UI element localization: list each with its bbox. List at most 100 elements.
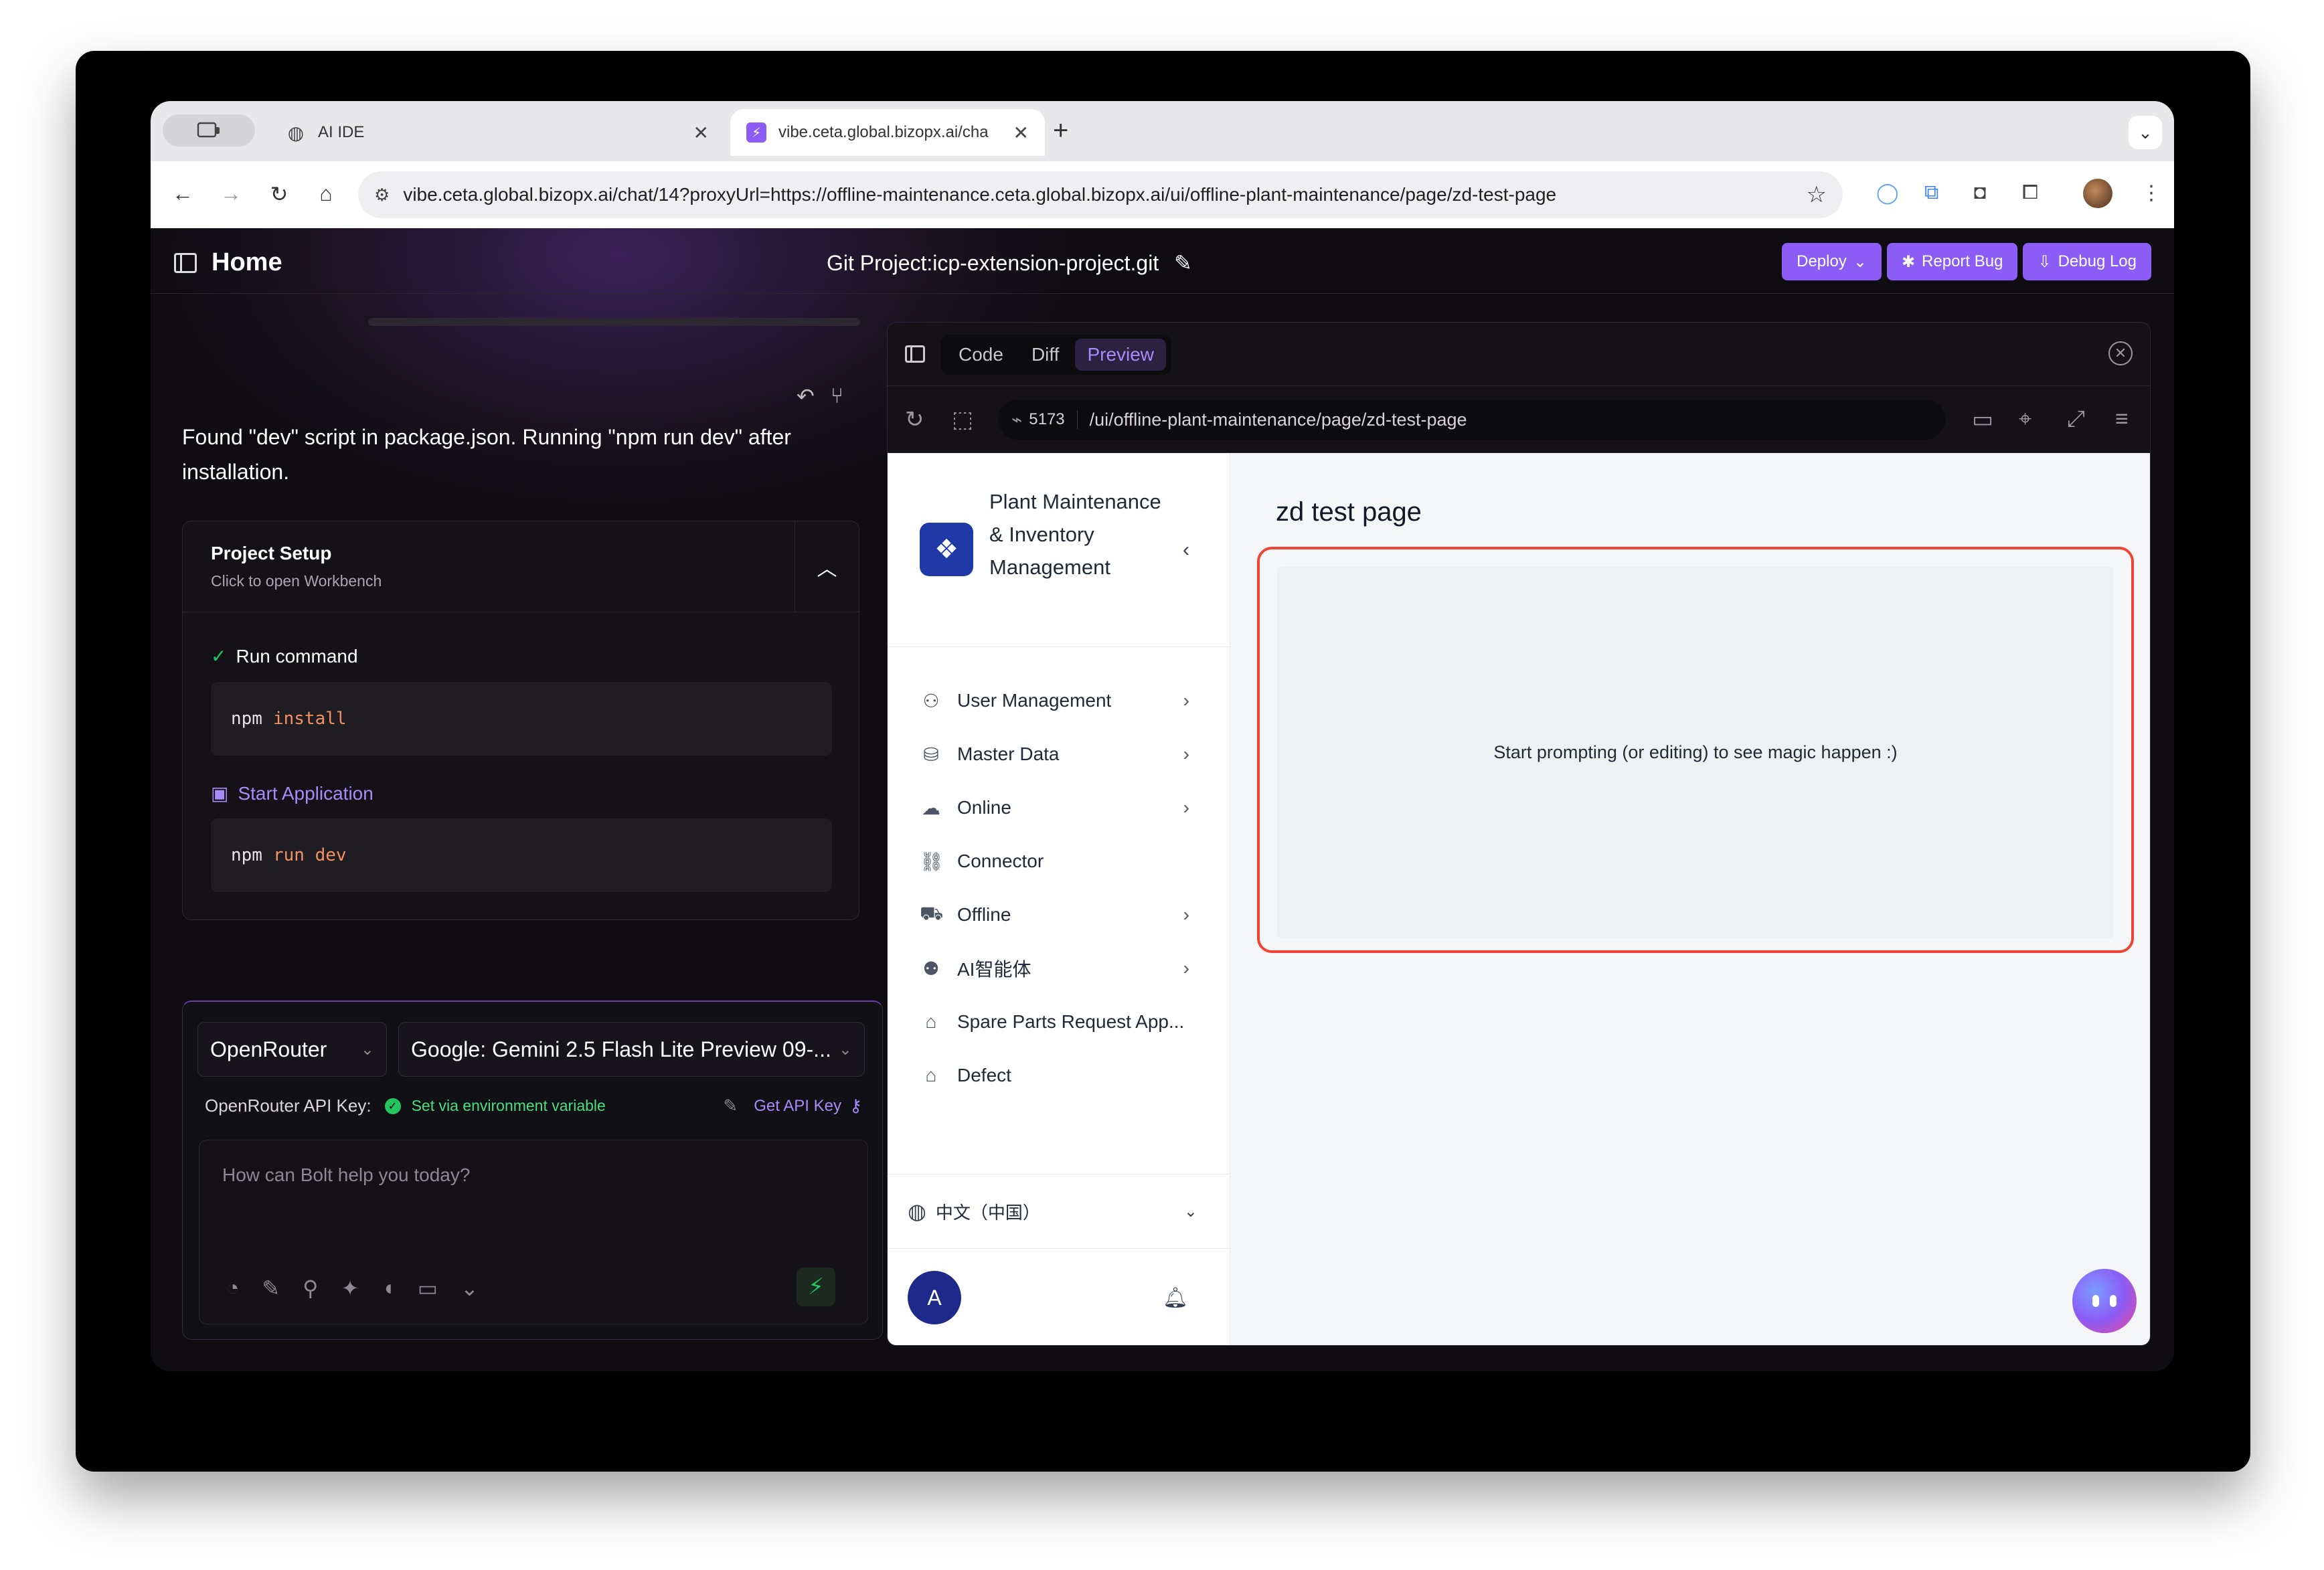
command: npm	[231, 845, 262, 865]
chevron-right-icon: ›	[1183, 958, 1189, 978]
chevron-right-icon: ›	[1183, 797, 1189, 818]
agent-icon: ⚉	[922, 958, 940, 979]
forward-button[interactable]: →	[218, 181, 244, 206]
chevron-right-icon: ›	[1183, 904, 1189, 925]
tab-diff[interactable]: Diff	[1019, 339, 1072, 371]
bookmark-star-icon[interactable]: ☆	[1807, 181, 1827, 208]
message-actions: ↶ ⑂	[797, 383, 843, 409]
sidebar-brand: ❖ Plant Maintenance & Inventory Manageme…	[888, 453, 1230, 647]
device-mode-icon[interactable]: ▭	[1972, 406, 1993, 433]
get-api-key-link[interactable]: Get API Key	[754, 1097, 841, 1116]
model-select[interactable]: Google: Gemini 2.5 Flash Lite Preview 09…	[398, 1022, 865, 1077]
close-tab-icon[interactable]: ✕	[1013, 122, 1029, 144]
edit-key-icon[interactable]: ✎	[723, 1096, 738, 1116]
deploy-button[interactable]: Deploy ⌄	[1782, 243, 1882, 280]
translate-icon[interactable]: ⧉	[1924, 181, 1938, 204]
attach-icon[interactable]: ⚲	[303, 1276, 318, 1301]
sidebar-item-online[interactable]: ☁ Online ›	[888, 781, 1230, 835]
sidebar-item-connector[interactable]: ⛓ Connector	[888, 835, 1230, 888]
assistant-bot-button[interactable]	[2072, 1269, 2137, 1333]
step-run-command: ✓ Run command	[211, 645, 358, 667]
tab-preview[interactable]: Preview	[1075, 339, 1167, 371]
tab-group-icon	[197, 122, 220, 138]
discuss-icon[interactable]: ▭	[418, 1276, 438, 1301]
inspect-cursor-icon[interactable]: ⌖	[2019, 406, 2031, 432]
prompt-placeholder: How can Bolt help you today?	[222, 1164, 471, 1185]
language-value: 中文（中国）	[935, 1202, 1040, 1223]
sidebar-toggle-icon[interactable]	[905, 345, 925, 363]
send-button[interactable]: ⚡	[797, 1268, 835, 1306]
preview-url-input[interactable]: ⌁ 5173 /ui/offline-plant-maintenance/pag…	[998, 400, 1945, 440]
chevron-down-icon: ⌄	[360, 1040, 374, 1059]
sidebar-item-user-management[interactable]: ⚇ User Management ›	[888, 674, 1230, 727]
key-icon: ⚷	[849, 1096, 862, 1116]
extension-circle-icon[interactable]: ◯	[1876, 181, 1899, 205]
page-title: zd test page	[1276, 497, 1422, 527]
sidebar-item-ai-agent[interactable]: ⚉ AI智能体 ›	[888, 942, 1230, 995]
workbench-header: Code Diff Preview ✕	[888, 323, 2150, 386]
provider-select[interactable]: OpenRouter ⌄	[197, 1022, 387, 1077]
bell-icon[interactable]: 🔔︎	[1163, 1286, 1188, 1310]
user-row: A 🔔︎	[888, 1249, 1230, 1345]
figma-icon[interactable]: ✎	[262, 1276, 280, 1301]
sidebar-item-defect[interactable]: ⌂ Defect	[888, 1049, 1230, 1102]
extensions-puzzle-icon[interactable]: ⧠	[2022, 181, 2038, 204]
fullscreen-icon[interactable]: ⤢	[2067, 406, 2085, 432]
tab-code[interactable]: Code	[946, 339, 1015, 371]
chevron-left-icon[interactable]: ‹	[1183, 539, 1189, 561]
pencil-icon[interactable]: ✎	[1174, 251, 1192, 275]
fork-icon[interactable]: ⑂	[831, 383, 843, 409]
assistant-message: Found "dev" script in package.json. Runn…	[182, 425, 791, 484]
collapse-button[interactable]: ︿	[795, 521, 859, 612]
model-value: Google: Gemini 2.5 Flash Lite Preview 09…	[411, 1037, 831, 1061]
close-icon[interactable]: ✕	[2108, 341, 2133, 365]
link-icon: ⛓	[920, 851, 944, 872]
chevron-right-icon: ›	[1183, 690, 1189, 711]
step-start-application: ▣ Start Application	[211, 782, 374, 804]
step-label: Run command	[236, 645, 358, 667]
camera-icon[interactable]: ◘	[1974, 181, 1986, 204]
reload-icon[interactable]: ↻	[905, 406, 924, 433]
tab-search-button[interactable]: ⌄	[2129, 116, 2162, 149]
avatar[interactable]: A	[908, 1271, 961, 1324]
new-tab-button[interactable]: +	[1053, 116, 1068, 146]
highlighted-region: Start prompting (or editing) to see magi…	[1257, 547, 2134, 953]
home-link[interactable]: Home	[174, 248, 282, 277]
sidebar-item-offline[interactable]: ⛟ Offline ›	[888, 888, 1230, 942]
kebab-menu-icon[interactable]: ⋮	[2141, 181, 2161, 205]
report-bug-button[interactable]: ✱ Report Bug	[1886, 243, 2018, 280]
tab-ai-ide[interactable]: ◍ AI IDE ✕	[270, 109, 725, 156]
close-tab-icon[interactable]: ✕	[693, 122, 709, 144]
check-icon: ✓	[211, 646, 227, 667]
project-setup-card[interactable]: Project Setup Click to open Workbench ︿ …	[182, 521, 859, 920]
setup-header[interactable]: Project Setup Click to open Workbench ︿	[183, 521, 859, 612]
prompt-input[interactable]: How can Bolt help you today? ◔ ✎ ⚲ ✦ ◖ ▭…	[199, 1140, 868, 1324]
profile-avatar[interactable]	[2083, 179, 2112, 208]
sidebar-toggle-icon[interactable]	[174, 252, 197, 273]
api-key-label: OpenRouter API Key:	[205, 1096, 371, 1116]
debug-log-button[interactable]: ⇩ Debug Log	[2023, 243, 2151, 280]
api-key-row: OpenRouter API Key: ✓ Set via environmen…	[205, 1096, 862, 1116]
site-info-icon[interactable]: ⚙	[374, 185, 390, 205]
chevron-down-icon[interactable]: ⌄	[461, 1276, 479, 1301]
sidebar-item-master-data[interactable]: ⛁ Master Data ›	[888, 727, 1230, 781]
globe-icon: ◍	[287, 122, 305, 143]
reload-button[interactable]: ↻	[266, 181, 293, 207]
microphone-icon[interactable]: ◖	[382, 1276, 394, 1301]
palette-icon[interactable]: ◔	[226, 1276, 239, 1301]
download-icon: ⇩	[2038, 252, 2052, 271]
menu-icon[interactable]: ≡	[2115, 406, 2129, 432]
undo-icon[interactable]: ↶	[797, 383, 815, 409]
home-button[interactable]: ⌂	[313, 181, 339, 206]
sparkle-icon[interactable]: ✦	[341, 1276, 359, 1301]
select-element-icon[interactable]: ⬚	[952, 406, 973, 433]
tab-active[interactable]: ⚡ vibe.ceta.global.bizopx.ai/cha ✕	[730, 109, 1045, 156]
header-actions: Deploy ⌄ ✱ Report Bug ⇩ Debug Log	[1782, 243, 2151, 280]
tab-groups-button[interactable]	[163, 114, 255, 147]
tab-strip: ◍ AI IDE ✕ ⚡ vibe.ceta.global.bizopx.ai/…	[151, 101, 2174, 161]
port-select[interactable]: 5173	[1029, 410, 1078, 429]
address-bar[interactable]: ⚙ vibe.ceta.global.bizopx.ai/chat/14?pro…	[358, 171, 1843, 218]
language-select[interactable]: ◍ 中文（中国） ⌄	[888, 1174, 1230, 1249]
back-button[interactable]: ←	[169, 181, 196, 206]
sidebar-item-spare-parts[interactable]: ⌂ Spare Parts Request App...	[888, 995, 1230, 1049]
